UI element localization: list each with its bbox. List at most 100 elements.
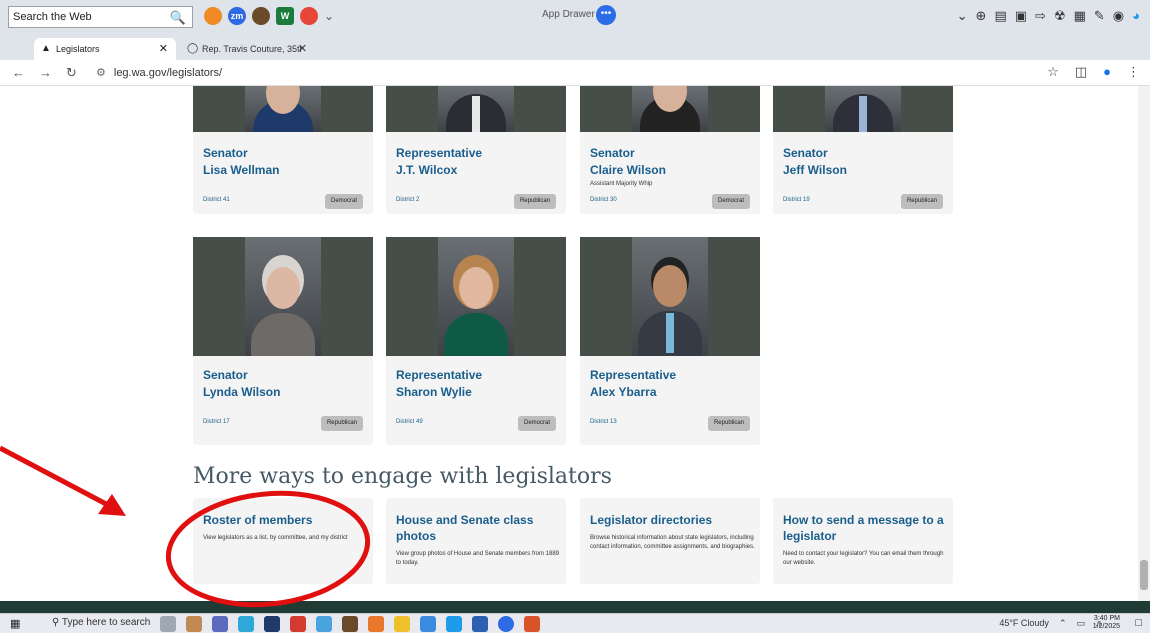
pinned-app-icon[interactable] xyxy=(186,616,202,632)
engage-card-desc: Need to contact your legislator? You can… xyxy=(783,551,944,566)
legislator-district[interactable]: District 49 xyxy=(396,419,423,425)
tab-legislators[interactable]: ▲ Legislators ✕ xyxy=(34,38,176,60)
legislator-name[interactable]: Jeff Wilson xyxy=(783,163,847,177)
c-logo-icon[interactable]: ◕ xyxy=(1132,8,1140,24)
engage-card-directories[interactable]: Legislator directories Browse historical… xyxy=(580,498,760,584)
menu-circle-icon[interactable]: ◉ xyxy=(1113,8,1124,24)
w-extension-icon[interactable]: W xyxy=(276,7,294,25)
image-icon[interactable]: ▣ xyxy=(1015,8,1027,24)
weather-widget[interactable]: 45°F Cloudy xyxy=(999,618,1049,629)
engage-card-class-photos[interactable]: House and Senate class photos View group… xyxy=(386,498,566,584)
close-tab-icon[interactable]: ✕ xyxy=(298,38,307,60)
tab-label: Rep. Travis Couture, 35th Distric xyxy=(202,44,302,54)
back-icon[interactable]: ← xyxy=(12,65,25,81)
notification-icon[interactable]: □ xyxy=(1135,617,1142,629)
party-badge: Republican xyxy=(513,194,556,209)
engage-card-title[interactable]: Legislator directories xyxy=(590,512,755,528)
grid-icon[interactable]: ▦ xyxy=(1074,8,1086,24)
timer-extension-icon[interactable] xyxy=(300,7,318,25)
acrobat-icon[interactable] xyxy=(290,616,306,632)
chevron-down-icon[interactable]: ⌄ xyxy=(957,8,968,24)
capitol-favicon-icon: ▲ xyxy=(41,43,51,54)
zoom-extension-icon[interactable]: zm xyxy=(228,7,246,25)
legislator-district[interactable]: District 41 xyxy=(203,197,230,203)
search-icon[interactable]: 🔍 xyxy=(170,8,186,28)
app-drawer-icon[interactable]: ••• xyxy=(596,5,616,25)
tray-chevron-icon[interactable]: ⌃ xyxy=(1059,618,1067,629)
engage-card-title[interactable]: Roster of members xyxy=(203,512,368,528)
legislator-name[interactable]: J.T. Wilcox xyxy=(396,163,457,177)
trash-icon[interactable]: ☢ xyxy=(1054,8,1066,24)
network-icon[interactable]: ▭ xyxy=(1076,618,1085,629)
word-icon[interactable] xyxy=(472,616,488,632)
legislator-name[interactable]: Lynda Wilson xyxy=(203,385,280,399)
legislator-role: Senator xyxy=(783,146,828,160)
legislator-district[interactable]: District 17 xyxy=(203,419,230,425)
app-drawer-label[interactable]: App Drawer xyxy=(542,9,595,20)
pinned-app-icon[interactable] xyxy=(420,616,436,632)
engage-card-roster[interactable]: Roster of members View legislators as a … xyxy=(193,498,373,584)
legislator-card[interactable]: Representative Sharon Wylie District 49 … xyxy=(386,237,566,445)
site-info-icon[interactable]: ⚙ xyxy=(96,67,106,79)
windows-start-icon[interactable]: ▦ xyxy=(10,617,20,630)
kebab-menu-icon[interactable]: ⋮ xyxy=(1127,64,1140,80)
pinned-app-icon[interactable] xyxy=(446,616,462,632)
calculator-icon[interactable] xyxy=(212,616,228,632)
bookmark-star-icon[interactable]: ☆ xyxy=(1047,64,1059,80)
legislator-name[interactable]: Alex Ybarra xyxy=(590,385,657,399)
taskbar-search[interactable]: ⚲ Type here to search xyxy=(52,617,150,628)
url-field[interactable]: ⚙ leg.wa.gov/legislators/ xyxy=(96,66,222,79)
scrollbar-thumb[interactable] xyxy=(1140,560,1148,590)
legislator-name[interactable]: Claire Wilson xyxy=(590,163,666,177)
legislator-name[interactable]: Lisa Wellman xyxy=(203,163,279,177)
reload-icon[interactable]: ↻ xyxy=(66,65,77,81)
pinned-app-icon[interactable] xyxy=(316,616,332,632)
file-explorer-icon[interactable] xyxy=(394,616,410,632)
powerpoint-icon[interactable] xyxy=(524,616,540,632)
system-tray: 45°F Cloudy ⌃ ▭ ♬ xyxy=(999,618,1104,629)
add-circle-icon[interactable]: ⊕ xyxy=(976,8,987,24)
engage-card-title[interactable]: House and Senate class photos xyxy=(396,512,561,544)
page-scrollbar[interactable] xyxy=(1138,86,1150,601)
pinned-app-icon[interactable] xyxy=(264,616,280,632)
zoom-icon[interactable] xyxy=(498,616,514,632)
clipboard-icon[interactable]: ▤ xyxy=(994,8,1006,24)
chevron-down-icon[interactable]: ⌄ xyxy=(324,7,334,25)
legislator-photo xyxy=(580,237,760,356)
legislator-card[interactable]: Senator Claire Wilson Assistant Majority… xyxy=(580,86,760,214)
section-title: More ways to engage with legislators xyxy=(193,464,612,489)
engage-card-title[interactable]: How to send a message to a legislator xyxy=(783,512,948,544)
web-search-input[interactable]: Search the Web 🔍 xyxy=(8,6,193,28)
chrome-icon[interactable] xyxy=(368,616,384,632)
legislator-district[interactable]: District 19 xyxy=(783,197,810,203)
edit-icon[interactable]: ✎ xyxy=(1094,8,1105,24)
legislator-district[interactable]: District 30 xyxy=(590,197,617,203)
legislator-district[interactable]: District 13 xyxy=(590,419,617,425)
pinned-app-icon[interactable] xyxy=(238,616,254,632)
nav-buttons: ← → ↻ xyxy=(12,65,77,81)
close-tab-icon[interactable]: ✕ xyxy=(159,38,168,60)
taskbar-search-placeholder: Type here to search xyxy=(61,617,151,628)
legislator-card[interactable]: Senator Jeff Wilson District 19 Republic… xyxy=(773,86,953,214)
legislator-name[interactable]: Sharon Wylie xyxy=(396,385,472,399)
rainbow-extension-icon[interactable] xyxy=(204,7,222,25)
url-text: leg.wa.gov/legislators/ xyxy=(113,67,223,79)
taskbar-clock[interactable]: 3:40 PM 1/2/2025 xyxy=(1093,615,1120,631)
legislator-photo xyxy=(193,237,373,356)
forward-icon[interactable]: → xyxy=(39,65,52,81)
extension-icons: zm W ⌄ xyxy=(204,7,334,25)
engage-card-send-message[interactable]: How to send a message to a legislator Ne… xyxy=(773,498,953,584)
legislator-district[interactable]: District 2 xyxy=(396,197,419,203)
legislator-card[interactable]: Senator Lisa Wellman District 41 Democra… xyxy=(193,86,373,214)
legislator-card[interactable]: Representative J.T. Wilcox District 2 Re… xyxy=(386,86,566,214)
legislator-card[interactable]: Representative Alex Ybarra District 13 R… xyxy=(580,237,760,445)
export-icon[interactable]: ⇨ xyxy=(1035,8,1046,24)
profile-avatar-icon[interactable]: ● xyxy=(1103,64,1111,80)
tab-travis-couture[interactable]: ◯ Rep. Travis Couture, 35th Distric ✕ xyxy=(180,38,315,60)
party-badge: Republican xyxy=(900,194,943,209)
task-view-icon[interactable] xyxy=(160,616,176,632)
legislator-card[interactable]: Senator Lynda Wilson District 17 Republi… xyxy=(193,237,373,445)
capitol-extension-icon[interactable] xyxy=(252,7,270,25)
pinned-app-icon[interactable] xyxy=(342,616,358,632)
extensions-icon[interactable]: ◫ xyxy=(1075,64,1087,80)
